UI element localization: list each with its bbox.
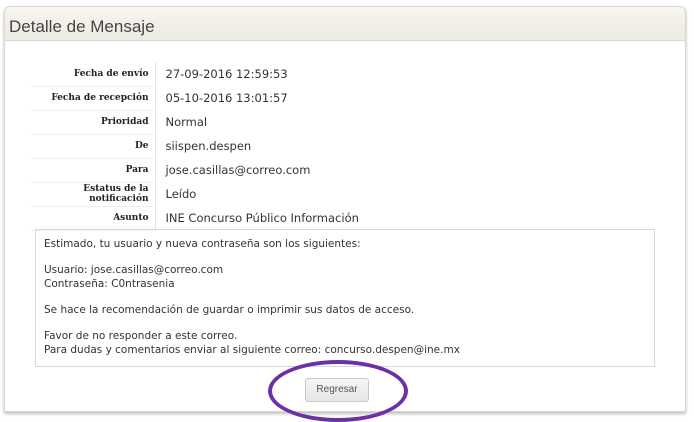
detail-label: Prioridad <box>31 110 156 135</box>
message-recommendation: Se hace la recomendación de guardar o im… <box>44 304 415 316</box>
detail-value: jose.casillas@correo.com <box>165 163 311 177</box>
message-details-table: Fecha de envío 27-09-2016 12:59:53 Fecha… <box>31 62 359 231</box>
detail-value: 27-09-2016 12:59:53 <box>165 67 288 81</box>
detail-row-priority: Prioridad Normal <box>31 110 359 135</box>
detail-label: De <box>31 134 156 159</box>
detail-row-from: De siispen.despen <box>31 134 359 159</box>
detail-value: siispen.despen <box>165 139 252 153</box>
message-no-reply: Favor de no responder a este correo. <box>44 330 238 342</box>
message-contact: Para dudas y comentarios enviar al sigui… <box>44 344 460 356</box>
detail-row-to: Para jose.casillas@correo.com <box>31 158 359 183</box>
panel-title: Detalle de Mensaje <box>5 7 685 41</box>
detail-label: Fecha de recepción <box>31 86 156 111</box>
message-body: Estimado, tu usuario y nueva contraseña … <box>35 229 655 367</box>
detail-value: 05-10-2016 13:01:57 <box>165 91 288 105</box>
detail-label: Para <box>31 158 156 183</box>
detail-row-sent-date: Fecha de envío 27-09-2016 12:59:53 <box>31 62 359 87</box>
detail-value: Leído <box>165 187 197 201</box>
detail-row-subject: Asunto INE Concurso Público Información <box>31 206 359 231</box>
back-button[interactable]: Regresar <box>305 378 369 402</box>
detail-label: Fecha de envío <box>31 62 156 87</box>
message-greeting: Estimado, tu usuario y nueva contraseña … <box>44 238 361 250</box>
detail-label: Asunto <box>31 206 156 231</box>
message-password-line: Contraseña: C0ntrasenia <box>44 278 175 290</box>
detail-row-status: Estatus de la notificación Leído <box>31 182 359 207</box>
message-detail-panel: Detalle de Mensaje Fecha de envío 27-09-… <box>4 6 686 412</box>
detail-value: INE Concurso Público Información <box>165 211 359 225</box>
detail-row-received-date: Fecha de recepción 05-10-2016 13:01:57 <box>31 86 359 111</box>
detail-value: Normal <box>165 115 208 129</box>
detail-label: Estatus de la notificación <box>31 182 156 207</box>
message-user-line: Usuario: jose.casillas@correo.com <box>44 264 224 276</box>
